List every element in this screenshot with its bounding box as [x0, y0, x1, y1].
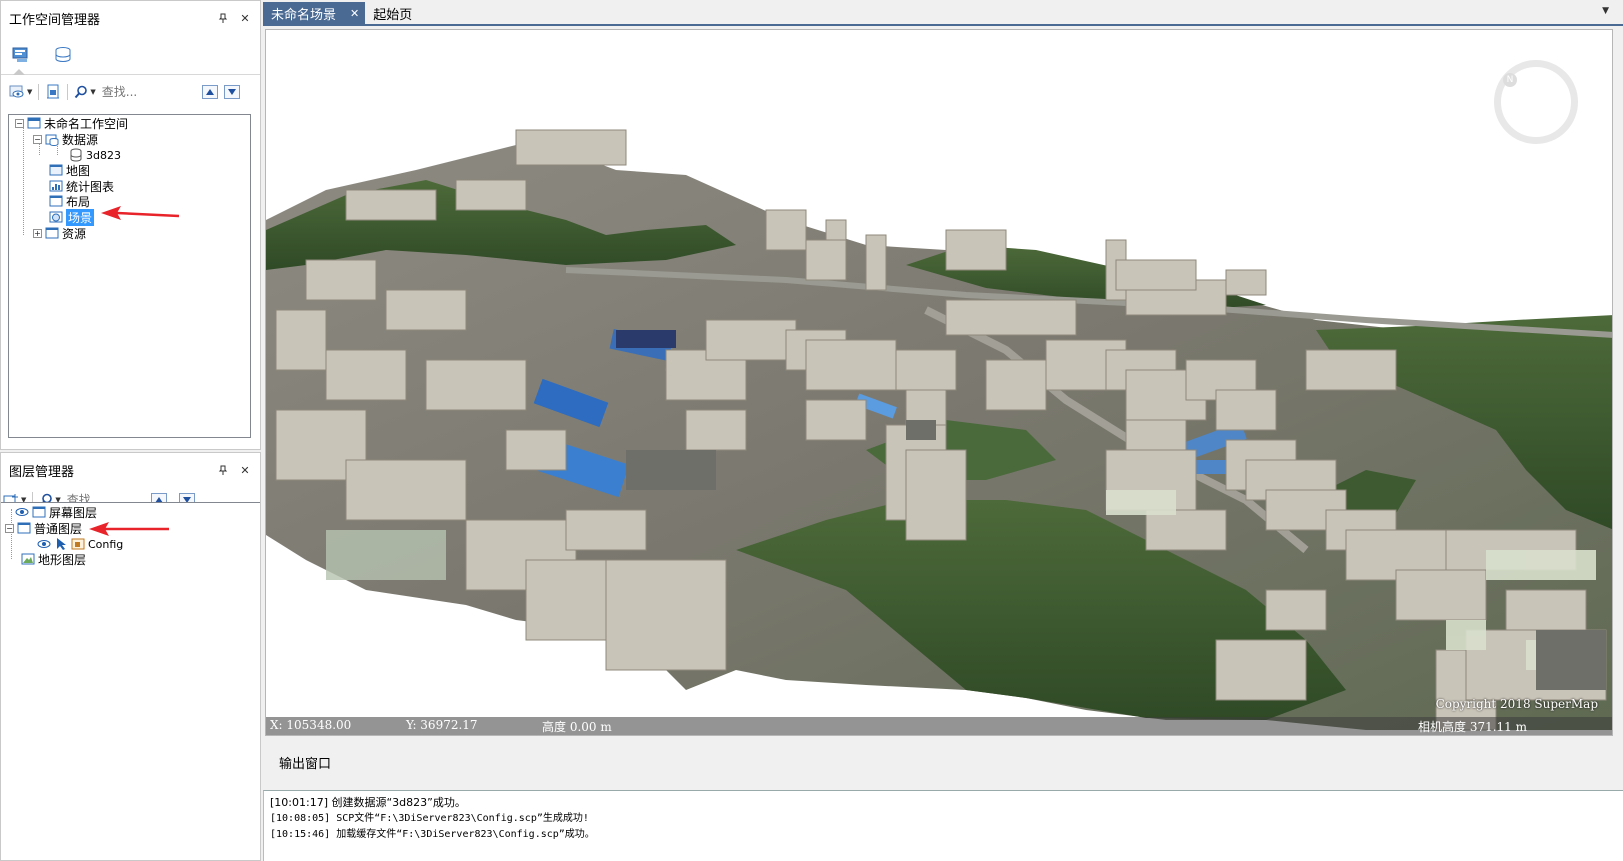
tree-node-label: 地图: [66, 163, 91, 178]
altitude-readout: 高度 0.00 m: [542, 720, 612, 734]
compass-north-icon[interactable]: N: [1503, 73, 1517, 87]
scene-viewport[interactable]: N Copyright 2018 SuperMap X: 105348.00 Y…: [265, 29, 1613, 736]
output-window-title: 输出窗口: [279, 756, 332, 772]
copyright-label: Copyright 2018 SuperMap: [1435, 697, 1598, 711]
navigation-compass[interactable]: N: [1494, 60, 1578, 144]
layout-icon: [49, 195, 63, 207]
close-icon[interactable]: ✕: [350, 7, 359, 20]
tree-node-workspace[interactable]: − 未命名工作空间: [15, 115, 128, 131]
workspace-tree-tab[interactable]: [9, 44, 33, 66]
layer-node-terrain[interactable]: 地形图层: [21, 551, 86, 567]
tab-list-dropdown-icon[interactable]: ▼: [1602, 6, 1609, 16]
app-window: 工作空间管理器 ✕ ▼ ▼ 查找... − 未命名工作空间 − 数据源 3d82…: [0, 0, 1623, 861]
workspace-toolbar: ▼ ▼: [1, 79, 260, 105]
output-window-header: 输出窗口: [263, 748, 1623, 776]
datasource-tab[interactable]: [51, 44, 75, 66]
workspace-tree-icon: [12, 47, 28, 62]
export-button[interactable]: [45, 83, 61, 101]
search-icon: [75, 85, 88, 99]
tree-node-label: 布局: [66, 194, 91, 209]
screen-layer-icon: [32, 506, 46, 518]
annotation-arrow: [101, 206, 180, 220]
search-next-button[interactable]: [223, 85, 240, 99]
database-icon: [70, 148, 82, 162]
workspace-manager-panel: 工作空间管理器 ✕ ▼ ▼ 查找... − 未命名工作空间 − 数据源 3d82…: [0, 0, 261, 450]
tree-node-datasources[interactable]: − 数据源: [33, 131, 98, 147]
output-window-log: [10:01:17] 创建数据源“3d823”成功。 [10:08:05] SC…: [263, 790, 1623, 861]
toolbar-separator: [38, 84, 40, 100]
scene-status-bar: X: 105348.00 Y: 36972.17 高度 0.00 m 相机高度 …: [266, 717, 1612, 735]
database-icon: [55, 46, 71, 62]
triangle-down-icon: [227, 89, 236, 95]
workspace-panel-title: 工作空间管理器: [9, 12, 101, 28]
tree-node-label: 地形图层: [38, 552, 87, 567]
annotation-arrow: [89, 522, 169, 536]
close-icon[interactable]: ✕: [238, 11, 252, 25]
chart-icon: [49, 180, 63, 192]
tree-guide: [23, 127, 24, 235]
document-tab-strip: 未命名场景 ✕ 起始页 ▼: [263, 2, 1623, 26]
tree-node-label: 3d823: [86, 148, 121, 162]
workspace-view-tabs: [1, 35, 260, 75]
log-line: [10:08:05] SCP文件“F:\3DiServer823\Config.…: [270, 813, 589, 824]
visibility-eye-icon[interactable]: [15, 505, 29, 519]
map-icon: [49, 164, 63, 176]
workspace-panel-header: 工作空间管理器 ✕: [1, 1, 260, 35]
layer-manager-panel: 图层管理器 ✕ ▼ ▼ 查找... 屏幕图层 − 普通图层 Config 地形图…: [0, 452, 261, 861]
selectable-cursor-icon[interactable]: [54, 537, 68, 551]
collapse-icon[interactable]: −: [5, 523, 14, 533]
x-coordinate-readout: X: 105348.00: [270, 718, 352, 732]
toolbar-separator: [67, 84, 69, 100]
layer-tree: 屏幕图层 − 普通图层 Config 地形图层: [1, 502, 260, 860]
scene-3d-render: [266, 129, 1612, 731]
view-options-button[interactable]: ▼: [9, 83, 32, 101]
workspace-icon: [27, 117, 41, 129]
tree-node-label: Config: [88, 537, 124, 551]
tree-node-maps[interactable]: 地图: [49, 162, 90, 178]
layer-panel-title: 图层管理器: [9, 464, 75, 480]
tab-untitled-scene[interactable]: 未命名场景 ✕: [263, 2, 366, 24]
log-line: [10:15:46] 加载缓存文件“F:\3DiServer823\Config…: [270, 829, 595, 840]
tree-node-label: 数据源: [62, 132, 99, 147]
pin-icon[interactable]: [216, 463, 230, 477]
camera-height-readout: 相机高度 371.11 m: [1418, 720, 1527, 734]
tab-label: 未命名场景: [271, 7, 337, 23]
workspace-tree: − 未命名工作空间 − 数据源 3d823 地图 统计图表 布局 场景 + 资源: [8, 114, 251, 438]
tree-node-resources[interactable]: + 资源: [33, 225, 86, 241]
model-layer-icon: [71, 538, 85, 550]
triangle-up-icon: [205, 89, 214, 95]
tree-node-label: 屏幕图层: [49, 505, 98, 520]
visibility-eye-icon[interactable]: [37, 537, 51, 551]
normal-layer-icon: [17, 522, 31, 534]
terrain-layer-icon: [21, 553, 35, 565]
collapse-icon[interactable]: −: [33, 134, 42, 144]
tree-node-scenes[interactable]: 场景: [49, 208, 95, 226]
datasources-icon: [45, 134, 59, 146]
tree-node-label-selected: 场景: [66, 208, 95, 226]
pin-icon[interactable]: [216, 11, 230, 25]
collapse-icon[interactable]: −: [15, 118, 24, 128]
log-line: [10:01:17] 创建数据源“3d823”成功。: [270, 796, 466, 809]
scene-globe-icon: [49, 211, 63, 223]
tree-node-label: 未命名工作空间: [44, 116, 129, 131]
layer-panel-header: 图层管理器 ✕: [1, 453, 260, 487]
y-coordinate-readout: Y: 36972.17: [406, 718, 478, 732]
chevron-down-icon: ▼: [90, 88, 96, 96]
close-icon[interactable]: ✕: [238, 463, 252, 477]
expand-icon[interactable]: +: [33, 228, 42, 238]
scene-scrollbar[interactable]: [1613, 29, 1623, 736]
tab-start-page[interactable]: 起始页: [365, 2, 420, 24]
resources-icon: [45, 227, 59, 239]
document-export-icon: [47, 84, 60, 99]
workspace-search-input[interactable]: [101, 83, 192, 101]
tree-node-layouts[interactable]: 布局: [49, 193, 90, 209]
search-options-button[interactable]: ▼: [74, 83, 96, 101]
eye-list-icon: [9, 85, 24, 98]
layer-node-screen[interactable]: 屏幕图层: [15, 504, 97, 520]
search-previous-button[interactable]: [201, 85, 218, 99]
tree-node-label: 资源: [62, 226, 87, 241]
layer-node-normal[interactable]: − 普通图层: [5, 520, 82, 536]
chevron-down-icon: ▼: [27, 88, 33, 96]
tree-node-label: 普通图层: [34, 521, 83, 536]
